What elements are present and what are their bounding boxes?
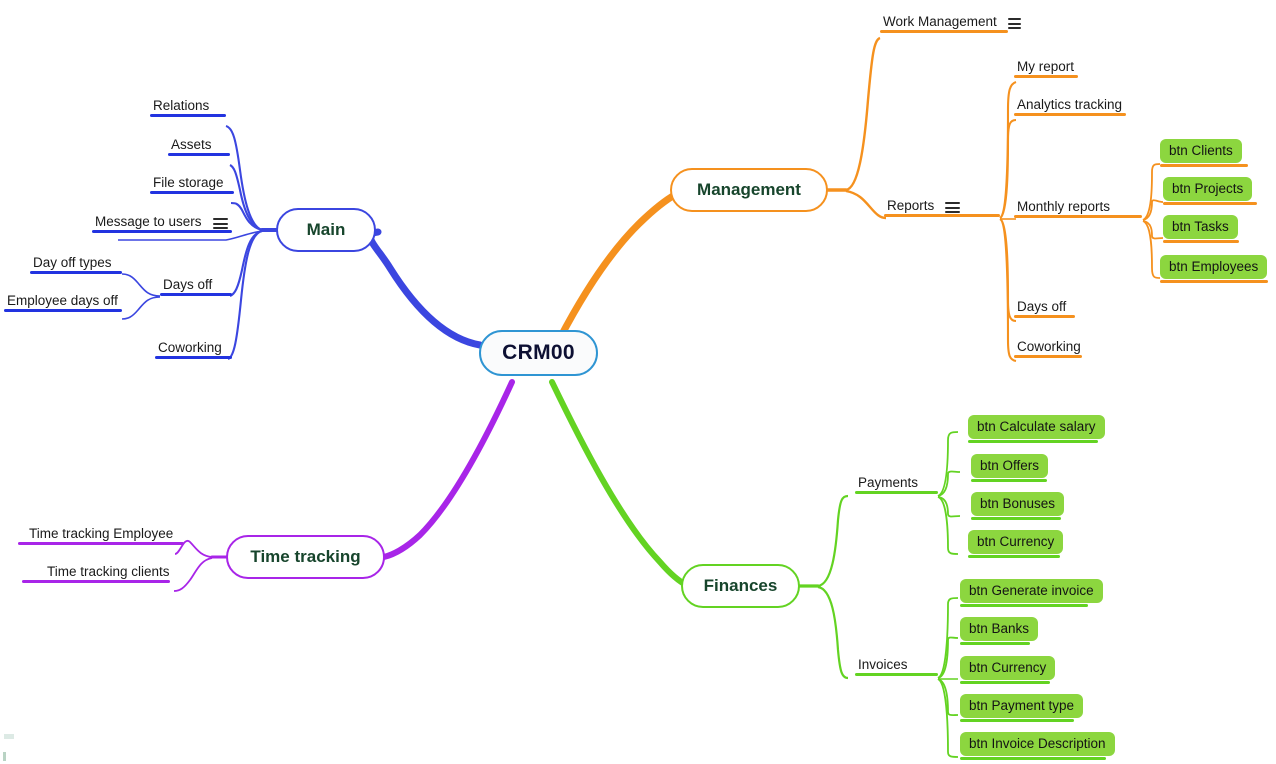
mindmap-canvas: CRM00 Main Management Finances Time trac…: [0, 0, 1276, 764]
button-btn-bonuses-label: btn Bonuses: [980, 496, 1056, 511]
hamburger-menu-icon[interactable]: [945, 202, 961, 213]
branch-node-main-label: Main: [306, 220, 346, 239]
topic-underline: [4, 308, 122, 312]
topic-payments[interactable]: Payments: [855, 475, 938, 494]
button-btn-projects-label: btn Projects: [1172, 181, 1244, 196]
topic-time-tracking-clients[interactable]: Time tracking clients: [22, 564, 174, 583]
button-btn-currency-invoices[interactable]: btn Currency: [960, 656, 1056, 684]
button-btn-clients[interactable]: btn Clients: [1160, 139, 1248, 167]
topic-underline: [1014, 74, 1078, 78]
topic-underline: [168, 152, 230, 156]
root-node-label: CRM00: [502, 341, 575, 364]
button-btn-banks-label: btn Banks: [969, 621, 1030, 636]
topic-relations[interactable]: Relations: [150, 98, 226, 117]
button-btn-invoice-description-label: btn Invoice Description: [969, 736, 1106, 751]
button-btn-employees-label: btn Employees: [1169, 259, 1259, 274]
topic-underline: [22, 579, 170, 583]
topic-underline: [150, 113, 226, 117]
chip-underline: [971, 478, 1047, 482]
topic-message-to-users[interactable]: Message to users: [92, 214, 232, 233]
topic-underline: [884, 213, 1000, 217]
button-btn-offers-label: btn Offers: [980, 458, 1040, 473]
chip-underline: [968, 439, 1098, 443]
topic-underline: [1014, 112, 1126, 116]
button-btn-employees[interactable]: btn Employees: [1160, 255, 1268, 283]
button-btn-calculate-salary-label: btn Calculate salary: [977, 419, 1096, 434]
button-btn-clients-label: btn Clients: [1169, 143, 1233, 158]
chip-underline: [960, 603, 1088, 607]
scan-artifact: [4, 734, 14, 739]
topic-invoices[interactable]: Invoices: [855, 657, 938, 676]
branch-node-management-label: Management: [697, 180, 801, 199]
button-btn-generate-invoice[interactable]: btn Generate invoice: [960, 579, 1103, 607]
topic-my-report[interactable]: My report: [1014, 59, 1078, 78]
chip-underline: [968, 554, 1060, 558]
button-btn-currency-invoices-label: btn Currency: [969, 660, 1047, 675]
chip-underline: [1163, 239, 1239, 243]
branch-node-finances-label: Finances: [703, 576, 778, 595]
topic-underline: [1014, 214, 1142, 218]
chip-underline: [960, 718, 1074, 722]
topic-analytics-tracking[interactable]: Analytics tracking: [1014, 97, 1126, 116]
chip-underline: [1163, 201, 1257, 205]
topic-employee-days-off[interactable]: Employee days off: [4, 293, 122, 312]
hamburger-menu-icon[interactable]: [1007, 18, 1021, 29]
topic-underline: [160, 292, 232, 296]
button-btn-projects[interactable]: btn Projects: [1163, 177, 1257, 205]
button-btn-currency-payments-label: btn Currency: [977, 534, 1055, 549]
topic-underline: [92, 229, 232, 233]
button-btn-invoice-description[interactable]: btn Invoice Description: [960, 732, 1115, 760]
button-btn-currency-payments[interactable]: btn Currency: [968, 530, 1064, 558]
scan-artifact: [3, 752, 6, 761]
topic-underline: [155, 355, 232, 359]
topic-reports-days-off[interactable]: Days off: [1014, 299, 1075, 318]
button-btn-bonuses[interactable]: btn Bonuses: [971, 492, 1065, 520]
chip-underline: [971, 516, 1061, 520]
chip-underline: [1160, 163, 1248, 167]
topic-underline: [855, 490, 938, 494]
topic-reports-coworking[interactable]: Coworking: [1014, 339, 1082, 358]
button-btn-payment-type-label: btn Payment type: [969, 698, 1075, 713]
topic-reports[interactable]: Reports: [884, 198, 1000, 217]
button-btn-offers[interactable]: btn Offers: [971, 454, 1049, 482]
topic-file-storage[interactable]: File storage: [150, 175, 234, 194]
button-btn-payment-type[interactable]: btn Payment type: [960, 694, 1084, 722]
button-btn-tasks[interactable]: btn Tasks: [1163, 215, 1239, 243]
branch-node-management[interactable]: Management: [670, 168, 828, 212]
button-btn-tasks-label: btn Tasks: [1172, 219, 1229, 234]
chip-underline: [960, 641, 1030, 645]
topic-time-tracking-employee[interactable]: Time tracking Employee: [18, 526, 184, 545]
root-node[interactable]: CRM00: [479, 330, 598, 376]
topic-coworking[interactable]: Coworking: [155, 340, 232, 359]
branch-node-time-tracking-label: Time tracking: [250, 547, 361, 566]
topic-day-off-types[interactable]: Day off types: [30, 255, 122, 274]
branch-node-main[interactable]: Main: [276, 208, 376, 252]
chip-underline: [960, 756, 1106, 760]
topic-assets[interactable]: Assets: [168, 137, 230, 156]
hamburger-menu-icon[interactable]: [212, 218, 228, 229]
chip-underline: [960, 680, 1050, 684]
topic-underline: [18, 541, 184, 545]
topic-underline: [1014, 354, 1082, 358]
topic-days-off[interactable]: Days off: [160, 277, 232, 296]
topic-underline: [1014, 314, 1075, 318]
button-btn-generate-invoice-label: btn Generate invoice: [969, 583, 1094, 598]
button-btn-calculate-salary[interactable]: btn Calculate salary: [968, 415, 1105, 443]
topic-underline: [150, 190, 234, 194]
button-btn-banks[interactable]: btn Banks: [960, 617, 1039, 645]
topic-underline: [880, 29, 1008, 33]
topic-underline: [855, 672, 938, 676]
topic-work-management[interactable]: Work Management: [880, 14, 1021, 33]
topic-underline: [30, 270, 122, 274]
topic-monthly-reports[interactable]: Monthly reports: [1014, 199, 1142, 218]
branch-node-finances[interactable]: Finances: [681, 564, 800, 608]
branch-node-time-tracking[interactable]: Time tracking: [226, 535, 385, 579]
chip-underline: [1160, 279, 1268, 283]
